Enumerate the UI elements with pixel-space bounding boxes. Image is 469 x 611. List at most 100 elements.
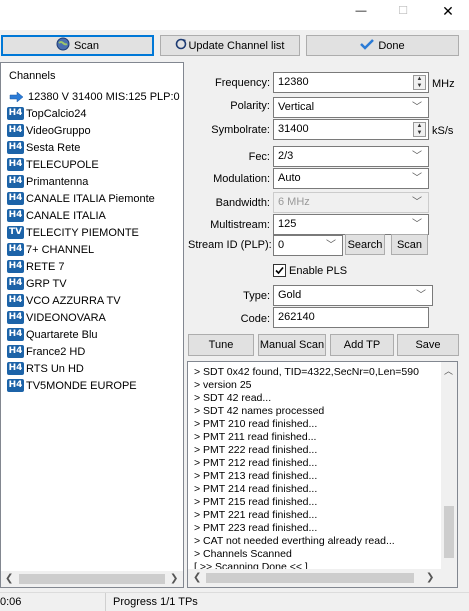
refresh-icon (175, 38, 187, 53)
fec-value: 2/3 (278, 150, 294, 162)
add-tp-button-label: Add TP (343, 339, 381, 351)
code-label: Code: (240, 313, 270, 325)
channel-item[interactable]: H4 VIDEONOVARA (7, 309, 106, 326)
tune-button[interactable]: Tune (188, 334, 254, 356)
log-line: > PMT 213 read finished... (194, 470, 318, 482)
maximize-button[interactable]: ☐ (383, 0, 423, 26)
type-select[interactable]: Gold ﹀ (273, 285, 433, 306)
channel-item[interactable]: H4 Sesta Rete (7, 139, 80, 156)
symbolrate-input[interactable]: 31400 ▲ ▼ (273, 119, 429, 140)
chevron-down-icon: ﹀ (412, 219, 422, 230)
type-value: Gold (278, 289, 302, 301)
modulation-select[interactable]: Auto ﹀ (273, 168, 429, 189)
log-line: > PMT 211 read finished... (194, 431, 317, 443)
channel-item[interactable]: H4 CANALE ITALIA (7, 207, 106, 224)
channel-name: France2 HD (26, 345, 86, 358)
h4-badge-icon: H4 (7, 175, 24, 188)
enable-pls-checkbox[interactable]: Enable PLS (273, 264, 347, 277)
type-label: Type: (243, 290, 270, 302)
polarity-select[interactable]: Vertical ﹀ (273, 97, 429, 118)
channel-item[interactable]: H4 TopCalcio24 (7, 105, 87, 122)
h4-badge-icon: H4 (7, 209, 24, 222)
frequency-label: Frequency: (214, 77, 270, 89)
plp-scan-button[interactable]: Scan (391, 234, 428, 255)
checkbox-icon[interactable] (273, 264, 286, 277)
stream-id-select[interactable]: 0 ﹀ (273, 235, 343, 256)
channel-name: VCO AZZURRA TV (26, 294, 121, 307)
channel-name: Sesta Rete (26, 141, 81, 154)
h4-badge-icon: H4 (7, 124, 24, 137)
channel-name: VIDEONOVARA (26, 311, 106, 324)
chevron-down-icon: ﹀ (326, 240, 336, 251)
symbolrate-spinner[interactable]: ▲ ▼ (413, 122, 426, 137)
bandwidth-select: 6 MHz ﹀ (273, 192, 429, 213)
plp-scan-button-label: Scan (396, 238, 423, 251)
log-line: > Channels Scanned (194, 548, 292, 560)
log-line: > SDT 42 names processed (194, 405, 325, 417)
frequency-unit: MHz (432, 78, 455, 90)
h4-badge-icon: H4 (7, 260, 24, 273)
chevron-down-icon: ﹀ (412, 151, 422, 162)
close-button[interactable]: ✕ (428, 0, 468, 26)
channel-name: Quartarete Blu (26, 328, 98, 341)
channel-name: GRP TV (26, 277, 67, 290)
hscroll-thumb[interactable] (19, 574, 165, 584)
transponder-label: 12380 V 31400 MIS:125 PLP:0 (28, 90, 180, 103)
channel-item[interactable]: H4 TV5MONDE EUROPE (7, 377, 137, 394)
multistream-select[interactable]: 125 ﹀ (273, 214, 429, 235)
channel-item[interactable]: TV TELECITY PIEMONTE (7, 224, 139, 241)
code-input[interactable]: 262140 (273, 307, 429, 328)
search-button[interactable]: Search (345, 234, 385, 255)
channel-item[interactable]: H4 Quartarete Blu (7, 326, 98, 343)
stream-id-label: Stream ID (PLP): (188, 239, 272, 251)
manual-scan-button[interactable]: Manual Scan (258, 334, 326, 356)
channel-item[interactable]: H4 Primantenna (7, 173, 88, 190)
h4-badge-icon: H4 (7, 192, 24, 205)
fec-select[interactable]: 2/3 ﹀ (273, 146, 429, 167)
update-channel-list-button[interactable]: Update Channel list (160, 35, 300, 56)
transponder-node[interactable]: 12380 V 31400 MIS:125 PLP:0 (9, 88, 180, 105)
channel-item[interactable]: H4 RTS Un HD (7, 360, 84, 377)
vscroll-thumb[interactable] (444, 506, 454, 558)
update-button-label: Update Channel list (188, 39, 285, 52)
channel-name: CANALE ITALIA Piemonte (26, 192, 155, 205)
scroll-right-icon[interactable]: ❯ (426, 572, 434, 583)
scroll-left-icon[interactable]: ❮ (193, 572, 201, 583)
channel-item[interactable]: H4 VideoGruppo (7, 122, 91, 139)
channel-item[interactable]: H4 7+ CHANNEL (7, 241, 94, 258)
manual-scan-button-label: Manual Scan (259, 339, 325, 351)
done-button[interactable]: Done (306, 35, 459, 56)
minimize-button[interactable]: — (341, 0, 381, 26)
done-button-label: Done (378, 39, 405, 52)
channel-item[interactable]: H4 GRP TV (7, 275, 67, 292)
channel-tree-hscroll[interactable]: ❮ ❯ (1, 571, 183, 587)
channel-tree[interactable]: Channels 12380 V 31400 MIS:125 PLP:0 H4 T… (0, 62, 184, 588)
channel-item[interactable]: H4 VCO AZZURRA TV (7, 292, 121, 309)
scan-log[interactable]: > SDT 0x42 found, TID=4322,SecNr=0,Len=5… (187, 361, 458, 588)
scan-button[interactable]: Scan (1, 35, 154, 56)
channel-item[interactable]: H4 France2 HD (7, 343, 85, 360)
channel-item[interactable]: H4 RETE 7 (7, 258, 65, 275)
log-hscroll[interactable]: ❮ ❯ (188, 569, 457, 587)
scan-button-label: Scan (73, 39, 100, 52)
hscroll-thumb[interactable] (206, 573, 414, 583)
log-line: > version 25 (194, 379, 252, 391)
frequency-input[interactable]: 12380 ▲ ▼ (273, 72, 429, 93)
log-line: > SDT 0x42 found, TID=4322,SecNr=0,Len=5… (194, 366, 419, 378)
frequency-spinner[interactable]: ▲ ▼ (413, 75, 426, 90)
h4-badge-icon: H4 (7, 277, 24, 290)
log-vscroll[interactable]: ︿ (441, 362, 457, 569)
checkmark-icon (360, 38, 375, 53)
scroll-up-icon[interactable]: ︿ (444, 364, 453, 377)
channel-item[interactable]: H4 TELECUPOLE (7, 156, 99, 173)
log-line: > PMT 212 read finished... (194, 457, 318, 469)
add-tp-button[interactable]: Add TP (330, 334, 394, 356)
scroll-left-icon[interactable]: ❮ (5, 573, 13, 584)
save-button[interactable]: Save (397, 334, 459, 356)
channel-item[interactable]: H4 CANALE ITALIA Piemonte (7, 190, 155, 207)
channel-name: TELECUPOLE (26, 158, 99, 171)
channel-name: Primantenna (26, 175, 89, 188)
scroll-right-icon[interactable]: ❯ (170, 573, 178, 584)
channel-name: 7+ CHANNEL (26, 243, 95, 256)
channels-header: Channels (9, 70, 56, 82)
